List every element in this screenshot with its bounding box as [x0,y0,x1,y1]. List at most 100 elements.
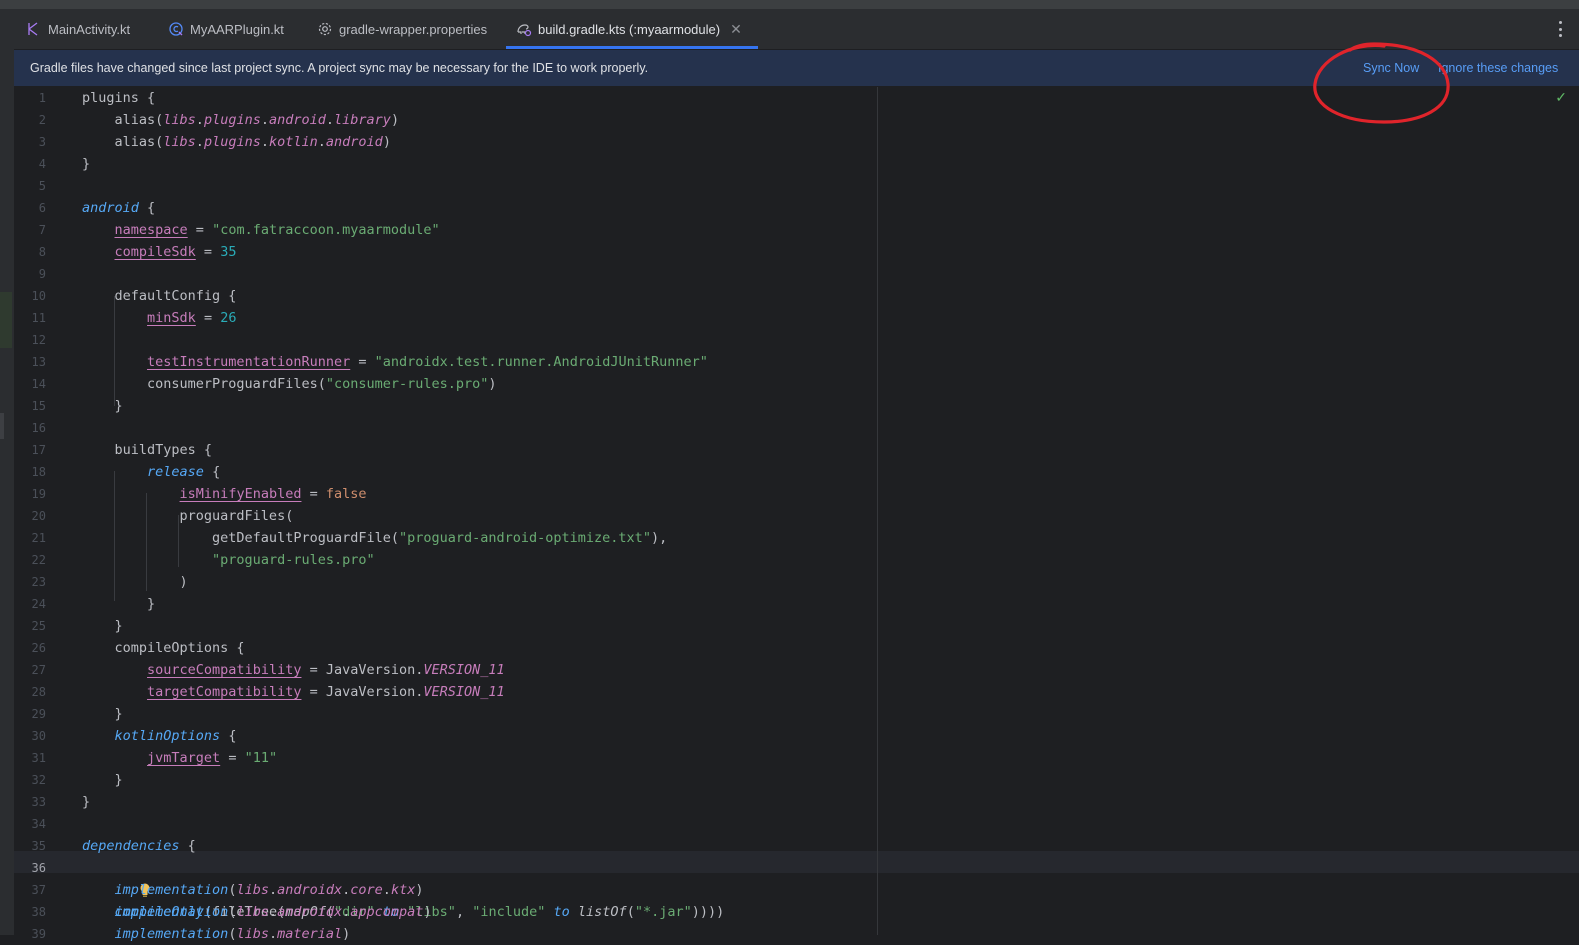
code-line: 38 implementation(libs.androidx.appcompa… [14,901,1579,923]
code-line: 23 ) [14,571,1579,593]
line-number: 12 [31,333,46,347]
code-line: 1 plugins { [14,87,1579,109]
code-text: defaultConfig { [82,288,237,304]
ignore-changes-link[interactable]: Ignore these changes [1438,61,1558,75]
code-text: } [82,156,91,172]
code-line: 2 alias(libs.plugins.android.library) [14,109,1579,131]
code-line: 30 kotlinOptions { [14,725,1579,747]
code-text: release { [147,464,221,480]
code-line: 19 isMinifyEnabled = false [14,483,1579,505]
code-text: consumerProguardFiles("consumer-rules.pr… [82,376,497,392]
code-text: jvmTarget = "11" [147,750,278,766]
tab-mainactivity[interactable]: MainActivity.kt [26,9,130,49]
code-text: compileOptions { [82,640,245,656]
line-number: 17 [31,443,46,457]
code-line: 35 dependencies { [14,835,1579,857]
code-text: implementation(libs.material) [114,926,351,942]
code-line: 20 proguardFiles( [14,505,1579,527]
line-number: 29 [31,707,46,721]
gradle-sync-banner: Gradle files have changed since last pro… [14,50,1579,87]
code-text: implementation(libs.androidx.appcompat) [114,904,432,920]
code-text: targetCompatibility = JavaVersion.VERSIO… [147,684,505,700]
code-text: kotlinOptions { [114,728,237,744]
code-text: sourceCompatibility = JavaVersion.VERSIO… [147,662,505,678]
line-number: 7 [38,223,46,237]
code-line: 24 } [14,593,1579,615]
code-text: compileSdk = 35 [114,244,237,260]
scroll-marker [0,413,4,439]
code-text: } [82,706,123,722]
code-text: namespace = "com.fatraccoon.myaarmodule" [114,222,440,238]
line-number: 14 [31,377,46,391]
line-number: 15 [31,399,46,413]
lightbulb-intention-icon[interactable] [90,860,150,897]
code-text: implementation(libs.androidx.core.ktx) [114,882,424,898]
code-text: "proguard-rules.pro" [212,552,375,568]
line-number: 18 [31,465,46,479]
line-number: 13 [31,355,46,369]
code-line: 6 android { [14,197,1579,219]
code-line: 13 testInstrumentationRunner = "androidx… [14,351,1579,373]
more-tabs-menu-icon[interactable] [1559,21,1563,37]
line-number: 31 [31,751,46,765]
code-text: android { [82,200,156,216]
line-number: 21 [31,531,46,545]
code-text: } [82,772,123,788]
line-number: 34 [31,817,46,831]
tab-gradle-wrapper-properties[interactable]: gradle-wrapper.properties [317,9,487,49]
line-number: 20 [31,509,46,523]
line-number: 35 [31,839,46,853]
code-line: 7 namespace = "com.fatraccoon.myaarmodul… [14,219,1579,241]
line-number: 1 [38,91,46,105]
code-text: } [82,618,123,634]
banner-message: Gradle files have changed since last pro… [30,61,649,75]
line-number: 6 [38,201,46,215]
sync-now-link[interactable]: Sync Now [1363,61,1419,75]
line-number: 28 [31,685,46,699]
editor-tab-bar: MainActivity.kt MyAARPlugin.kt gradle-wr… [14,9,1579,50]
code-text: dependencies { [82,838,196,854]
line-number: 30 [31,729,46,743]
code-line: 25 } [14,615,1579,637]
code-text: isMinifyEnabled = false [179,486,367,502]
code-text: testInstrumentationRunner = "androidx.te… [147,354,708,370]
code-text: } [82,794,91,810]
close-icon[interactable]: ✕ [730,21,742,38]
code-text: alias(libs.plugins.android.library) [82,112,400,128]
line-number: 3 [38,135,46,149]
code-line: 15 } [14,395,1579,417]
line-number: 4 [38,157,46,171]
line-number: 5 [38,179,46,193]
code-line: 34 [14,813,1579,835]
line-number: 24 [31,597,46,611]
line-number: 25 [31,619,46,633]
code-line: 33} [14,791,1579,813]
line-number: 9 [38,267,46,281]
left-tool-strip [0,9,14,935]
code-text: } [82,398,123,414]
code-line: 3 alias(libs.plugins.kotlin.android) [14,131,1579,153]
tab-build-gradle-kts[interactable]: build.gradle.kts (:myaarmodule) ✕ [506,9,758,49]
line-number: 2 [38,113,46,127]
code-line: 9 [14,263,1579,285]
code-line: 32 } [14,769,1579,791]
code-editor[interactable]: ✓ 1 plugins { 2 alias(libs.plugins.androi… [14,87,1579,942]
code-line: 8 compileSdk = 35 [14,241,1579,263]
code-line: 22 "proguard-rules.pro" [14,549,1579,571]
tab-myaarplugin[interactable]: MyAARPlugin.kt [168,9,284,49]
line-number: 16 [31,421,46,435]
code-line: 36 compileOnly(fileTree(mapOf("dir" to "… [14,857,1579,920]
gear-icon [317,21,333,37]
code-line: 21 getDefaultProguardFile("proguard-andr… [14,527,1579,549]
code-line: 18 release { [14,461,1579,483]
code-text: proguardFiles( [82,508,294,524]
kotlin-class-icon [168,21,184,37]
line-number: 37 [31,883,46,897]
code-line: 29 } [14,703,1579,725]
tab-label: build.gradle.kts (:myaarmodule) [538,21,721,37]
line-number: 8 [38,245,46,259]
line-number: 22 [31,553,46,567]
line-number: 27 [31,663,46,677]
tab-label: gradle-wrapper.properties [339,21,488,37]
code-text: ) [82,574,188,590]
